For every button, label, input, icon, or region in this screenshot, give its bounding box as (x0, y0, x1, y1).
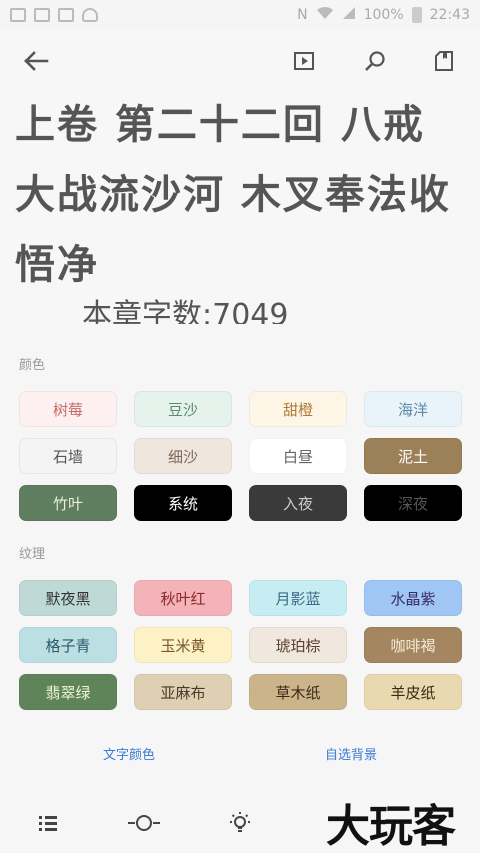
texture-chip[interactable]: 秋叶红 (134, 580, 232, 616)
bookmark-button[interactable] (424, 42, 464, 80)
play-book-icon (294, 52, 314, 70)
color-chip-label: 树莓 (52, 400, 83, 419)
color-chip[interactable]: 入夜 (249, 485, 347, 521)
nfc-icon: N (297, 7, 308, 23)
color-chip[interactable]: 海洋 (364, 391, 462, 427)
color-chip[interactable]: 白昼 (249, 438, 347, 474)
battery-text: 100% (363, 7, 404, 23)
mail-icon (10, 8, 26, 22)
cloud-icon (82, 8, 98, 22)
color-chip[interactable]: 深夜 (364, 485, 462, 521)
texture-chip-label: 水晶紫 (390, 589, 436, 608)
text-color-link[interactable]: 文字颜色 (103, 744, 155, 763)
status-bar: N 100% 22:43 (0, 0, 480, 30)
chapter-title: 上卷 第二十二回 八戒 大战流沙河 木叉奉法收 悟净 (15, 92, 475, 300)
color-chip[interactable]: 细沙 (134, 438, 232, 474)
color-chip-label: 泥土 (397, 447, 428, 466)
texture-chip[interactable]: 默夜黑 (19, 580, 117, 616)
wifi-icon (316, 6, 334, 24)
clock: 22:43 (429, 7, 470, 23)
list-icon (39, 816, 57, 831)
color-chip-label: 入夜 (282, 494, 313, 513)
color-chip-label: 白昼 (282, 447, 313, 466)
status-right: N 100% 22:43 (297, 6, 470, 24)
flipboard-icon (34, 8, 50, 22)
color-chip[interactable]: 豆沙 (134, 391, 232, 427)
back-button[interactable] (16, 42, 56, 80)
chapter-list-button[interactable] (28, 807, 68, 839)
night-mode-button[interactable] (220, 807, 260, 839)
texture-chip-label: 草木纸 (275, 683, 321, 702)
signal-icon (342, 6, 356, 24)
texture-chip-label: 默夜黑 (45, 589, 91, 608)
bulb-icon (230, 812, 250, 832)
custom-background-link[interactable]: 自选背景 (325, 744, 377, 763)
texture-chip[interactable]: 水晶紫 (364, 580, 462, 616)
texture-chip[interactable]: 羊皮纸 (364, 674, 462, 710)
color-chip-label: 系统 (167, 494, 198, 513)
color-chip-label: 石墙 (52, 447, 83, 466)
texture-chip-label: 秋叶红 (160, 589, 206, 608)
texture-chip[interactable]: 琥珀棕 (249, 627, 347, 663)
word-count: 本章字数:7049 (82, 298, 289, 324)
color-chip[interactable]: 系统 (134, 485, 232, 521)
texture-chip-label: 羊皮纸 (390, 683, 436, 702)
battery-icon (411, 7, 422, 23)
texture-chip[interactable]: 月影蓝 (249, 580, 347, 616)
back-arrow-icon (24, 51, 49, 71)
color-chip[interactable]: 石墙 (19, 438, 117, 474)
color-chip[interactable]: 竹叶 (19, 485, 117, 521)
top-toolbar (0, 30, 480, 92)
color-chip[interactable]: 树莓 (19, 391, 117, 427)
color-chip-label: 豆沙 (167, 400, 198, 419)
color-chip-label: 海洋 (397, 400, 428, 419)
texture-chip[interactable]: 草木纸 (249, 674, 347, 710)
textures-section-label: 纹理 (19, 547, 46, 562)
texture-chip-label: 玉米黄 (160, 636, 206, 655)
texture-chip[interactable]: 格子青 (19, 627, 117, 663)
texture-chip-label: 翡翠绿 (45, 683, 91, 702)
color-chip-label: 深夜 (397, 494, 428, 513)
watermark: 大玩客 (326, 801, 456, 852)
color-chip-label: 竹叶 (52, 494, 83, 513)
status-left (10, 8, 98, 22)
texture-chip-label: 格子青 (45, 636, 91, 655)
progress-button[interactable] (124, 807, 164, 839)
texture-chip-label: 咖啡褐 (390, 636, 436, 655)
color-chip[interactable]: 泥土 (364, 438, 462, 474)
search-icon (365, 51, 385, 71)
color-chip[interactable]: 甜橙 (249, 391, 347, 427)
news-icon (58, 8, 74, 22)
search-button[interactable] (355, 42, 395, 80)
brightness-slider-icon (128, 815, 160, 831)
color-chip-label: 细沙 (167, 447, 198, 466)
texture-chip-label: 亚麻布 (160, 683, 206, 702)
color-chip-label: 甜橙 (282, 400, 313, 419)
bookmark-icon (435, 51, 453, 71)
chapter-title-line: 大战流沙河 木叉奉法收 (15, 172, 451, 218)
texture-chip-label: 月影蓝 (275, 589, 321, 608)
chapter-title-line: 上卷 第二十二回 八戒 (15, 102, 425, 148)
theme-settings-panel: 颜色 树莓 豆沙 甜橙 海洋石墙 细沙 白昼 泥土竹叶 系统 入夜 深夜 纹理 默夜黑 秋叶红 月影蓝… (0, 324, 480, 853)
reading-content: 上卷 第二十二回 八戒 大战流沙河 木叉奉法收 悟净 本章字数:7049 (0, 92, 480, 324)
toc-play-button[interactable] (284, 42, 324, 80)
texture-chip[interactable]: 翡翠绿 (19, 674, 117, 710)
texture-chip[interactable]: 咖啡褐 (364, 627, 462, 663)
texture-chip-label: 琥珀棕 (275, 636, 321, 655)
texture-chip[interactable]: 亚麻布 (134, 674, 232, 710)
texture-chip[interactable]: 玉米黄 (134, 627, 232, 663)
colors-section-label: 颜色 (19, 358, 46, 373)
